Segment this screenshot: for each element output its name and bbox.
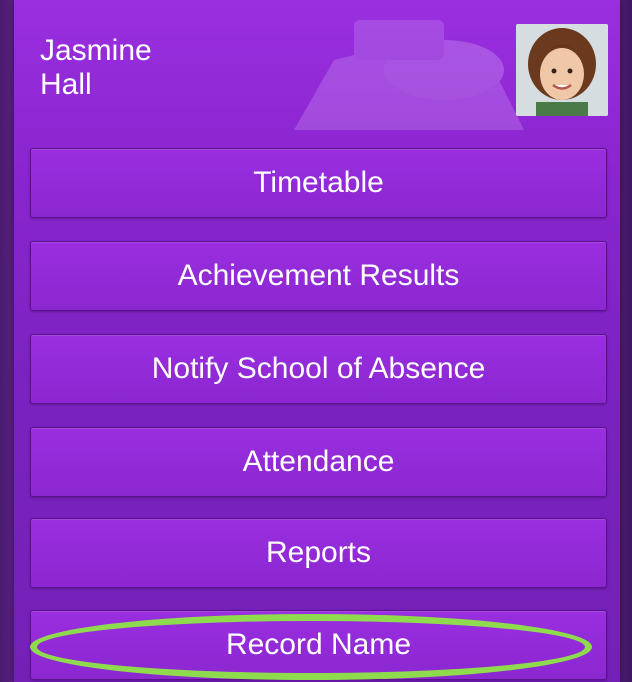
student-avatar[interactable] [516, 24, 608, 116]
avatar-photo-icon [516, 24, 608, 116]
reports-button[interactable]: Reports [30, 518, 607, 588]
app-frame: Jasmine Hall Timetable Achievement Resul… [0, 0, 632, 682]
student-name: Jasmine Hall [40, 34, 152, 101]
background-photo [294, 20, 524, 130]
record-name-button[interactable]: Record Name [30, 610, 607, 680]
student-panel: Jasmine Hall Timetable Achievement Resul… [14, 0, 620, 682]
attendance-button[interactable]: Attendance [30, 427, 607, 497]
timetable-button[interactable]: Timetable [30, 148, 607, 218]
achievement-results-button[interactable]: Achievement Results [30, 241, 607, 311]
notify-absence-button[interactable]: Notify School of Absence [30, 334, 607, 404]
